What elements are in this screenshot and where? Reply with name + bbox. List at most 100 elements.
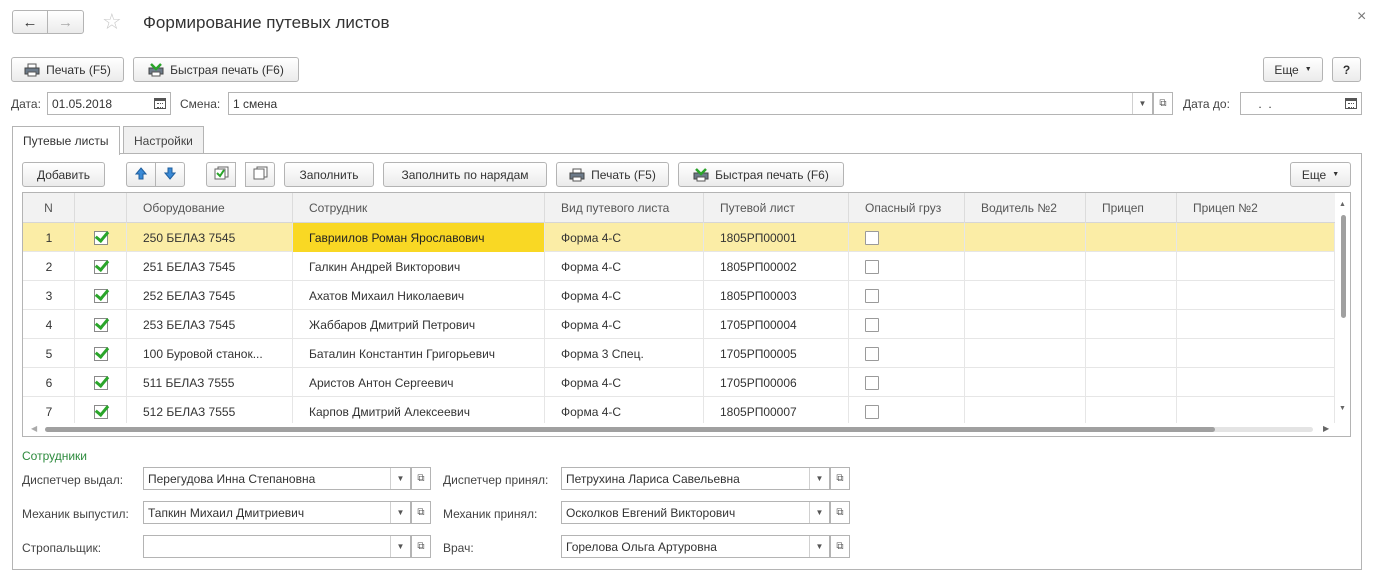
move-up-button[interactable]: [126, 162, 156, 187]
dangerous-cargo-checkbox[interactable]: [865, 230, 879, 245]
horizontal-scroll-thumb[interactable]: [45, 427, 1215, 432]
mechanic-released-dropdown[interactable]: ▼: [390, 502, 410, 523]
cell-checkbox[interactable]: [75, 281, 127, 310]
shift-field[interactable]: 1 смена ▼: [228, 92, 1153, 115]
row-checkbox[interactable]: [94, 375, 108, 390]
dangerous-cargo-checkbox[interactable]: [865, 404, 879, 419]
cell-dangerous-cargo[interactable]: [849, 397, 965, 426]
cell-checkbox[interactable]: [75, 397, 127, 426]
scroll-left-icon[interactable]: ◀: [31, 424, 37, 433]
table-quick-print-button[interactable]: Быстрая печать (F6): [678, 162, 844, 187]
shift-dropdown-button[interactable]: ▼: [1132, 93, 1152, 114]
dangerous-cargo-checkbox[interactable]: [865, 288, 879, 303]
quick-print-button[interactable]: Быстрая печать (F6): [133, 57, 299, 82]
slinger-dropdown[interactable]: ▼: [390, 536, 410, 557]
help-button[interactable]: ?: [1332, 57, 1361, 82]
forward-button[interactable]: →: [47, 10, 84, 34]
cell-checkbox[interactable]: [75, 223, 127, 252]
add-button[interactable]: Добавить: [22, 162, 105, 187]
shift-open-button[interactable]: ⧉: [1153, 92, 1173, 115]
column-header-trailer2[interactable]: Прицеп №2: [1177, 193, 1335, 223]
dangerous-cargo-checkbox[interactable]: [865, 346, 879, 361]
vertical-scroll-thumb[interactable]: [1341, 215, 1346, 318]
scroll-up-icon[interactable]: ▲: [1339, 201, 1346, 208]
dangerous-cargo-checkbox[interactable]: [865, 317, 879, 332]
waybills-table[interactable]: N Оборудование Сотрудник Вид путевого ли…: [22, 192, 1351, 437]
slinger-field[interactable]: ▼: [143, 535, 411, 558]
date-to-field[interactable]: . .: [1240, 92, 1362, 115]
dispatcher-received-open-button[interactable]: ⧉: [830, 467, 850, 490]
row-checkbox[interactable]: [94, 288, 108, 303]
scroll-right-icon[interactable]: ▶: [1323, 424, 1329, 433]
cell-dangerous-cargo[interactable]: [849, 339, 965, 368]
slinger-open-button[interactable]: ⧉: [411, 535, 431, 558]
doctor-field[interactable]: Горелова Ольга Артуровна ▼: [561, 535, 830, 558]
more-button[interactable]: Еще ▼: [1263, 57, 1323, 82]
dispatcher-received-field[interactable]: Петрухина Лариса Савельевна ▼: [561, 467, 830, 490]
vertical-scrollbar[interactable]: ▲ ▼: [1336, 193, 1350, 421]
cell-dangerous-cargo[interactable]: [849, 310, 965, 339]
column-header-n[interactable]: N: [23, 193, 75, 223]
cell-checkbox[interactable]: [75, 368, 127, 397]
mechanic-received-field[interactable]: Осколков Евгений Викторович ▼: [561, 501, 830, 524]
cell-dangerous-cargo[interactable]: [849, 368, 965, 397]
dangerous-cargo-checkbox[interactable]: [865, 259, 879, 274]
calendar-to-button[interactable]: [1341, 93, 1361, 114]
move-down-button[interactable]: [155, 162, 185, 187]
cell-dangerous-cargo[interactable]: [849, 281, 965, 310]
table-row[interactable]: 2 251 БЕЛАЗ 7545 Галкин Андрей Викторович Ф…: [23, 252, 1335, 281]
check-all-button[interactable]: [206, 162, 236, 187]
dispatcher-issued-field[interactable]: Перегудова Инна Степановна ▼: [143, 467, 411, 490]
table-row[interactable]: 4 253 БЕЛАЗ 7545 Жаббаров Дмитрий Петрович…: [23, 310, 1335, 339]
cell-dangerous-cargo[interactable]: [849, 252, 965, 281]
uncheck-all-button[interactable]: [245, 162, 275, 187]
row-checkbox[interactable]: [94, 230, 108, 245]
column-header-waybill[interactable]: Путевой лист: [704, 193, 849, 223]
table-row[interactable]: 6 511 БЕЛАЗ 7555 Аристов Антон Сергеевич Фо…: [23, 368, 1335, 397]
column-header-equipment[interactable]: Оборудование: [127, 193, 293, 223]
doctor-dropdown[interactable]: ▼: [809, 536, 829, 557]
table-row[interactable]: 7 512 БЕЛАЗ 7555 Карпов Дмитрий Алексеевич…: [23, 397, 1335, 426]
print-button[interactable]: Печать (F5): [11, 57, 124, 82]
fill-by-orders-button[interactable]: Заполнить по нарядам: [383, 162, 547, 187]
table-print-button[interactable]: Печать (F5): [556, 162, 669, 187]
cell-dangerous-cargo[interactable]: [849, 223, 965, 252]
back-button[interactable]: ←: [12, 10, 48, 34]
dangerous-cargo-checkbox[interactable]: [865, 375, 879, 390]
table-more-button[interactable]: Еще ▼: [1290, 162, 1351, 187]
row-checkbox[interactable]: [94, 404, 108, 419]
close-icon[interactable]: ×: [1357, 8, 1366, 26]
date-to-label: Дата до:: [1183, 97, 1230, 111]
mechanic-received-dropdown[interactable]: ▼: [809, 502, 829, 523]
cell-checkbox[interactable]: [75, 252, 127, 281]
row-checkbox[interactable]: [94, 259, 108, 274]
fill-button[interactable]: Заполнить: [284, 162, 374, 187]
table-row[interactable]: 5 100 Буровой станок... Баталин Константин…: [23, 339, 1335, 368]
column-header-driver2[interactable]: Водитель №2: [965, 193, 1086, 223]
column-header-trailer[interactable]: Прицеп: [1086, 193, 1177, 223]
cell-checkbox[interactable]: [75, 310, 127, 339]
horizontal-scrollbar[interactable]: ◀ ▶: [23, 423, 1335, 436]
dispatcher-received-dropdown[interactable]: ▼: [809, 468, 829, 489]
table-row[interactable]: 3 252 БЕЛАЗ 7545 Ахатов Михаил Николаевич Ф…: [23, 281, 1335, 310]
column-header-dangerous-cargo[interactable]: Опасный груз: [849, 193, 965, 223]
tab-waybills[interactable]: Путевые листы: [12, 126, 120, 155]
date-field[interactable]: 01.05.2018: [47, 92, 171, 115]
row-checkbox[interactable]: [94, 346, 108, 361]
table-row[interactable]: 1 250 БЕЛАЗ 7545 Гавриилов Роман Ярославов…: [23, 223, 1335, 252]
mechanic-released-open-button[interactable]: ⧉: [411, 501, 431, 524]
column-header-check[interactable]: [75, 193, 127, 223]
dispatcher-issued-open-button[interactable]: ⧉: [411, 467, 431, 490]
mechanic-received-open-button[interactable]: ⧉: [830, 501, 850, 524]
calendar-button[interactable]: [150, 93, 170, 114]
row-checkbox[interactable]: [94, 317, 108, 332]
mechanic-released-field[interactable]: Тапкин Михаил Дмитриевич ▼: [143, 501, 411, 524]
doctor-open-button[interactable]: ⧉: [830, 535, 850, 558]
scroll-down-icon[interactable]: ▼: [1339, 405, 1346, 412]
cell-checkbox[interactable]: [75, 339, 127, 368]
dispatcher-issued-dropdown[interactable]: ▼: [390, 468, 410, 489]
tab-settings[interactable]: Настройки: [123, 126, 204, 154]
favorite-star-icon[interactable]: ☆: [102, 9, 122, 35]
column-header-employee[interactable]: Сотрудник: [293, 193, 545, 223]
column-header-waybill-type[interactable]: Вид путевого листа: [545, 193, 704, 223]
